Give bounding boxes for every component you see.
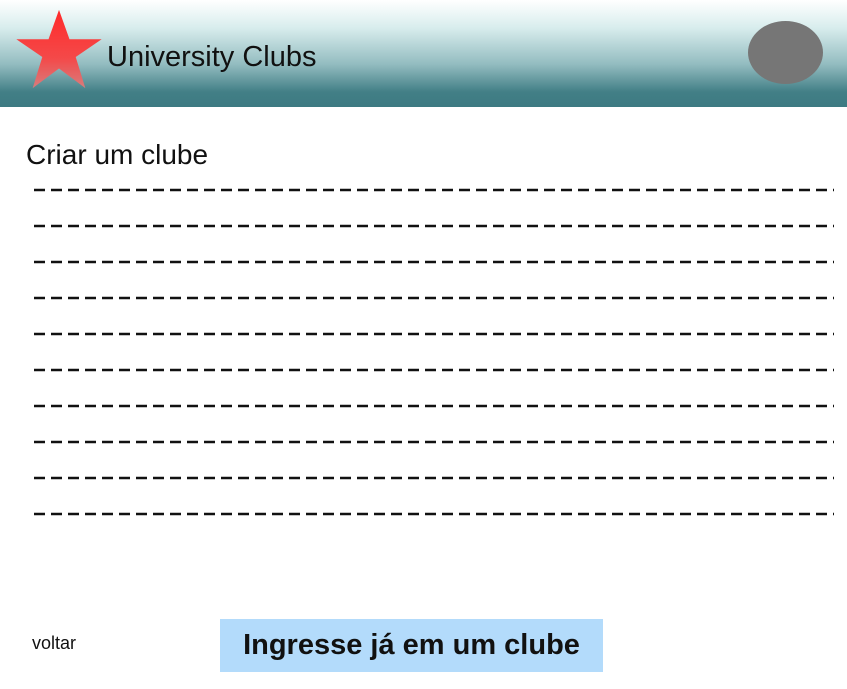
app-title: University Clubs [107, 41, 317, 73]
back-link[interactable]: voltar [32, 632, 76, 654]
user-avatar-icon[interactable] [748, 21, 823, 84]
app-header: University Clubs [0, 0, 847, 107]
join-club-button[interactable]: Ingresse já em um clube [220, 619, 603, 672]
red-star-icon [16, 9, 102, 89]
page-title: Criar um clube [26, 139, 209, 170]
placeholder-text-lines [34, 188, 834, 516]
